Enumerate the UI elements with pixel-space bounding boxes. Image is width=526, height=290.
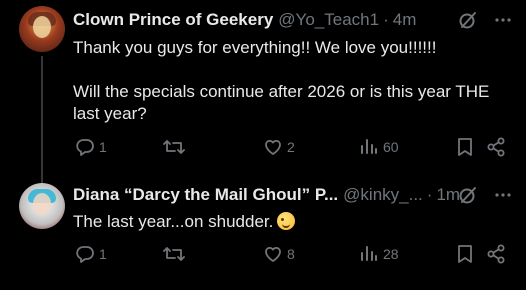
reply-icon [75,244,95,264]
separator-dot: · [383,10,389,29]
bookmark-icon [456,244,474,264]
tweet-paragraph-text: The last year...on shudder. [73,212,274,231]
winking-face-emoji [277,212,296,230]
more-icon[interactable] [494,11,512,29]
grok-icon[interactable] [458,185,478,205]
timestamp[interactable]: 4m [393,10,417,30]
tweet-header: Diana “Darcy the Mail Ghoul” P... @kinky… [73,185,460,205]
avatar[interactable] [19,6,65,52]
author-handle[interactable]: @Yo_Teach1 [278,10,379,30]
view-count: 60 [383,139,399,155]
reply-button[interactable]: 1 [75,137,107,157]
action-bar: 1 8 28 [73,244,513,268]
tweet-text: The last year...on shudder. [73,211,513,233]
avatar[interactable] [19,183,65,229]
retweet-icon [163,137,185,157]
tweet-paragraph: Thank you guys for everything!! We love … [73,38,437,57]
like-button[interactable]: 2 [263,137,295,157]
like-count: 2 [287,139,295,155]
reply-count: 1 [99,139,107,155]
view-count: 28 [383,246,399,262]
views-icon [359,244,379,264]
retweet-button[interactable] [163,137,189,157]
author-name[interactable]: Diana “Darcy the Mail Ghoul” P... [73,185,338,205]
like-button[interactable]: 8 [263,244,295,264]
like-count: 8 [287,246,295,262]
heart-icon [263,137,283,157]
tweet-paragraph: Will the specials continue after 2026 or… [73,82,490,123]
tweet-paragraph: The last year...on shudder. [73,211,513,233]
tweet-header: Clown Prince of Geekery @Yo_Teach1 · 4m [73,10,416,30]
reply-icon [75,137,95,157]
more-icon[interactable] [494,186,512,204]
avatar-face [33,16,51,38]
share-button[interactable] [486,244,506,264]
grok-icon[interactable] [458,10,478,30]
views-icon [359,137,379,157]
bookmark-button[interactable] [456,244,474,264]
reply-button[interactable]: 1 [75,244,107,264]
views-button[interactable]: 28 [359,244,399,264]
tweet[interactable]: Clown Prince of Geekery @Yo_Teach1 · 4m … [0,0,526,180]
share-icon [486,137,506,157]
bookmark-icon [456,137,474,157]
retweet-icon [163,244,185,264]
tweet-top-actions [458,185,512,205]
separator-dot: · [426,185,433,204]
action-bar: 1 2 60 [73,137,513,161]
tweet[interactable]: Diana “Darcy the Mail Ghoul” P... @kinky… [0,180,526,290]
retweet-button[interactable] [163,244,189,264]
avatar-face [33,193,51,215]
share-button[interactable] [486,137,506,157]
tweet-top-actions [458,10,512,30]
author-name[interactable]: Clown Prince of Geekery [73,10,273,30]
reply-count: 1 [99,246,107,262]
timestamp[interactable]: 1m [436,185,460,205]
tweet-text: Thank you guys for everything!! We love … [73,37,513,125]
author-handle[interactable]: @kinky_... [343,185,423,205]
heart-icon [263,244,283,264]
views-button[interactable]: 60 [359,137,399,157]
bookmark-button[interactable] [456,137,474,157]
share-icon [486,244,506,264]
